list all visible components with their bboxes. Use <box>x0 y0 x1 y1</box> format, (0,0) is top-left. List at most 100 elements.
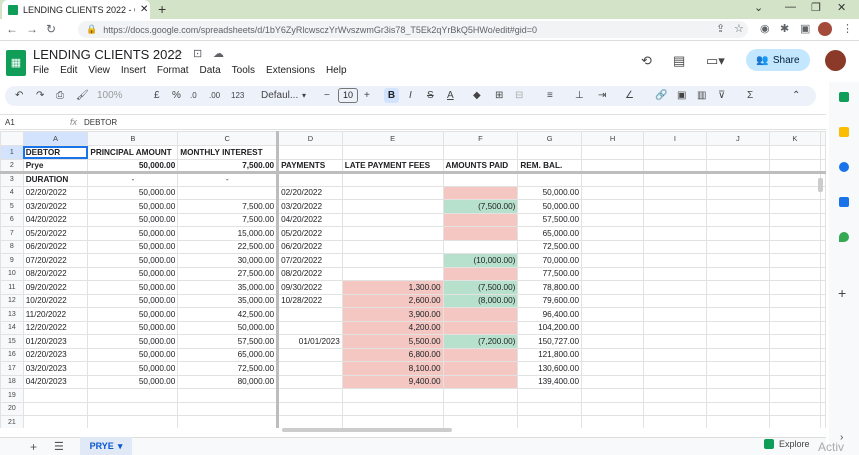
cell-e17[interactable]: 8,100.00 <box>341 361 444 376</box>
meet-icon[interactable]: ▭▾ <box>706 53 725 69</box>
browser-profile-avatar[interactable] <box>818 22 832 36</box>
horizontal-scrollbar[interactable] <box>282 428 452 432</box>
cell-j1[interactable] <box>705 145 770 160</box>
text-color-button[interactable]: A <box>447 89 454 103</box>
cell-e4[interactable] <box>341 185 444 200</box>
cell-j10[interactable] <box>705 266 770 281</box>
calendar-icon[interactable] <box>839 92 849 102</box>
sheets-logo-icon[interactable]: ▦ <box>6 50 26 76</box>
cell-a18[interactable]: 04/20/2023 <box>22 374 89 389</box>
cell-c12[interactable]: 35,000.00 <box>177 293 280 308</box>
text-rotation-icon[interactable]: ∠ <box>625 89 634 103</box>
menu-data[interactable]: Data <box>200 65 221 76</box>
tab-search-icon[interactable]: ⌄ <box>754 1 763 14</box>
row-header-20[interactable]: 20 <box>0 401 24 416</box>
column-header-b[interactable]: B <box>87 131 179 146</box>
formula-input[interactable]: DEBTOR <box>84 118 117 127</box>
column-header-e[interactable]: E <box>341 131 444 146</box>
add-sheet-button[interactable]: + <box>30 440 37 454</box>
cell-l17[interactable] <box>820 361 826 376</box>
cell-k2[interactable] <box>768 158 822 174</box>
cell-i8[interactable] <box>643 239 707 254</box>
cell-i7[interactable] <box>643 226 707 241</box>
cell-k7[interactable] <box>768 226 822 241</box>
document-title[interactable]: LENDING CLIENTS 2022 <box>33 47 182 62</box>
cell-g7[interactable]: 65,000.00 <box>517 226 583 241</box>
cell-l5[interactable] <box>820 199 826 214</box>
cell-f5[interactable]: (7,500.00) <box>442 199 519 214</box>
cell-e3[interactable] <box>341 172 444 187</box>
cell-b19[interactable] <box>87 388 179 403</box>
cell-a10[interactable]: 08/20/2022 <box>22 266 89 281</box>
cell-c16[interactable]: 65,000.00 <box>177 347 280 362</box>
row-header-7[interactable]: 7 <box>0 226 24 241</box>
cell-e18[interactable]: 9,400.00 <box>341 374 444 389</box>
cell-a21[interactable] <box>22 415 89 428</box>
cell-e1[interactable] <box>341 145 444 160</box>
cell-b16[interactable]: 50,000.00 <box>87 347 179 362</box>
cell-l13[interactable] <box>820 307 826 322</box>
functions-icon[interactable]: Σ <box>747 89 753 103</box>
cell-i6[interactable] <box>643 212 707 227</box>
insert-link-icon[interactable]: 🔗 <box>655 89 667 103</box>
number-format-button[interactable]: 123 <box>231 89 244 103</box>
cell-e16[interactable]: 6,800.00 <box>341 347 444 362</box>
row-header-4[interactable]: 4 <box>0 185 24 200</box>
cell-h16[interactable] <box>581 347 644 362</box>
cell-e20[interactable] <box>341 401 444 416</box>
cell-g9[interactable]: 70,000.00 <box>517 253 583 268</box>
cell-c20[interactable] <box>177 401 280 416</box>
cell-i3[interactable] <box>643 172 707 187</box>
cell-i5[interactable] <box>643 199 707 214</box>
cell-i20[interactable] <box>643 401 707 416</box>
strikethrough-icon[interactable]: S <box>427 89 434 103</box>
cell-f9[interactable]: (10,000.00) <box>442 253 519 268</box>
cell-h7[interactable] <box>581 226 644 241</box>
cell-a14[interactable]: 12/20/2022 <box>22 320 89 335</box>
fill-color-icon[interactable]: ◆ <box>473 89 481 103</box>
cell-h5[interactable] <box>581 199 644 214</box>
cell-f12[interactable]: (8,000.00) <box>442 293 519 308</box>
row-header-15[interactable]: 15 <box>0 334 24 349</box>
cell-a5[interactable]: 03/20/2022 <box>22 199 89 214</box>
menu-file[interactable]: File <box>33 65 49 76</box>
cell-j6[interactable] <box>705 212 770 227</box>
cell-g16[interactable]: 121,800.00 <box>517 347 583 362</box>
cell-c9[interactable]: 30,000.00 <box>177 253 280 268</box>
collapse-toolbar-icon[interactable]: ⌃ <box>792 89 800 103</box>
cell-k3[interactable] <box>768 172 822 187</box>
cell-e13[interactable]: 3,900.00 <box>341 307 444 322</box>
bookmark-star-icon[interactable]: ☆ <box>734 22 744 35</box>
cell-e12[interactable]: 2,600.00 <box>341 293 444 308</box>
cell-h2[interactable] <box>581 158 644 174</box>
cell-l16[interactable] <box>820 347 826 362</box>
cell-d15[interactable]: 01/01/2023 <box>277 334 343 349</box>
cell-j9[interactable] <box>705 253 770 268</box>
cell-c5[interactable]: 7,500.00 <box>177 199 280 214</box>
column-header-k[interactable]: K <box>768 131 822 146</box>
zoom-select[interactable]: 100% <box>97 89 123 103</box>
cell-b1[interactable]: PRINCIPAL AMOUNT <box>87 145 179 160</box>
cell-l1[interactable] <box>820 145 826 160</box>
cell-j17[interactable] <box>705 361 770 376</box>
close-window-button[interactable]: ✕ <box>837 1 846 14</box>
cell-i16[interactable] <box>643 347 707 362</box>
cell-j7[interactable] <box>705 226 770 241</box>
cell-l15[interactable] <box>820 334 826 349</box>
paint-format-icon[interactable]: 🖌 <box>76 89 89 103</box>
cell-h19[interactable] <box>581 388 644 403</box>
cell-c18[interactable]: 80,000.00 <box>177 374 280 389</box>
row-header-11[interactable]: 11 <box>0 280 24 295</box>
cell-a3[interactable]: DURATION <box>22 172 89 187</box>
cell-k13[interactable] <box>768 307 822 322</box>
cell-d20[interactable] <box>277 401 343 416</box>
cell-f15[interactable]: (7,200.00) <box>442 334 519 349</box>
cell-k18[interactable] <box>768 374 822 389</box>
cell-d11[interactable]: 09/30/2022 <box>277 280 343 295</box>
cell-e8[interactable] <box>341 239 444 254</box>
row-header-8[interactable]: 8 <box>0 239 24 254</box>
row-header-19[interactable]: 19 <box>0 388 24 403</box>
row-header-16[interactable]: 16 <box>0 347 24 362</box>
cell-c21[interactable] <box>177 415 280 428</box>
cell-k8[interactable] <box>768 239 822 254</box>
